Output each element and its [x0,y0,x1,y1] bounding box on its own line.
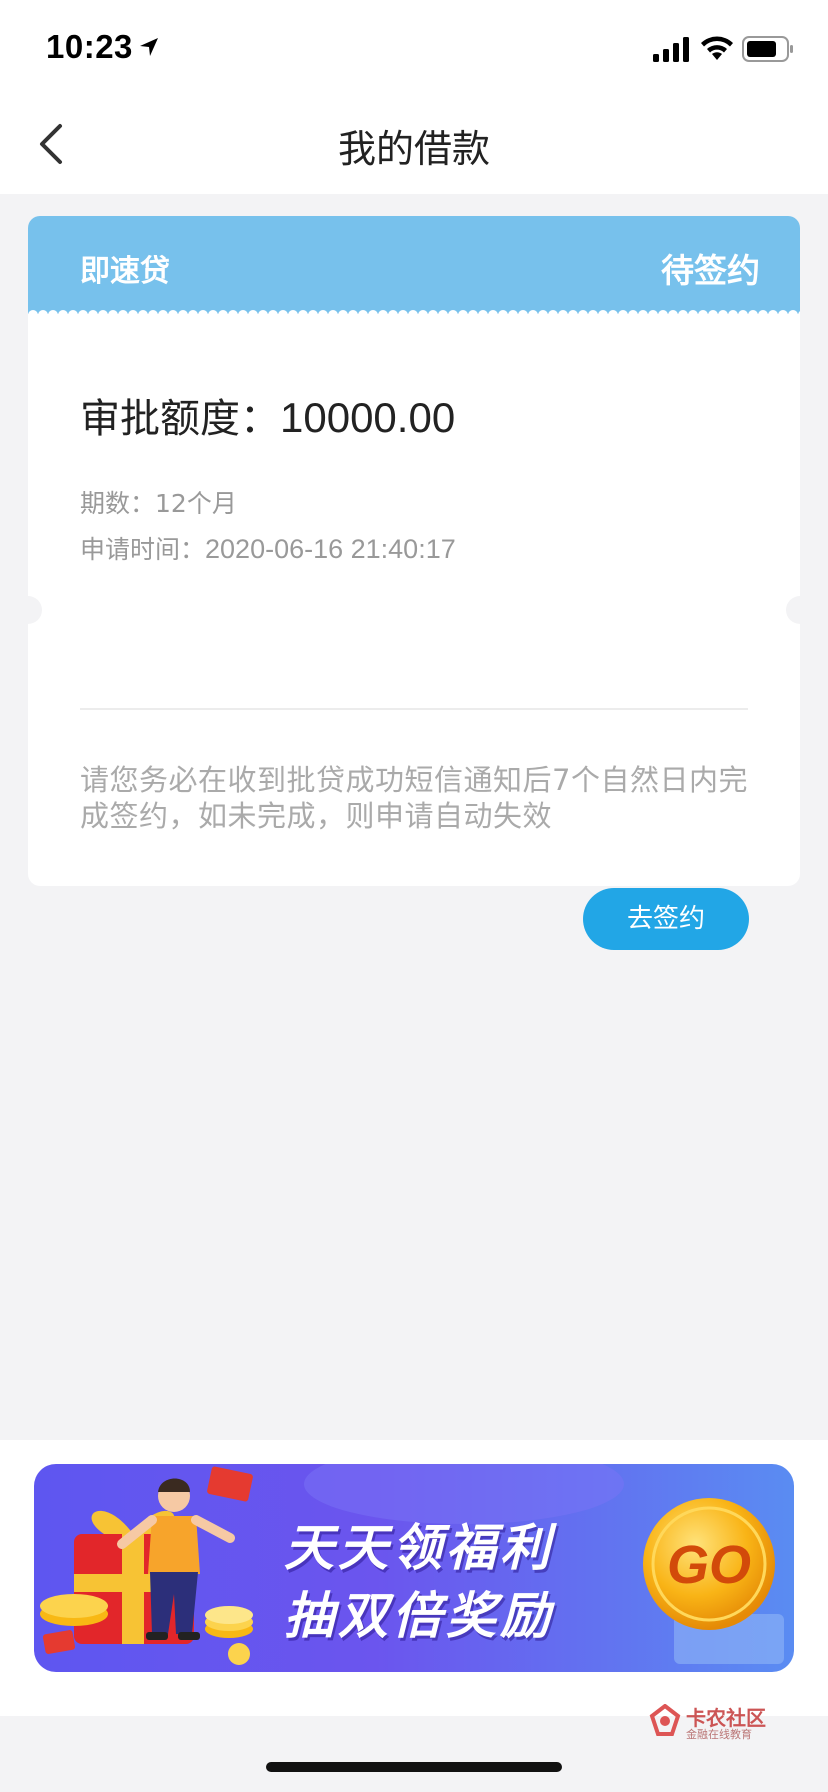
go-label: GO [666,1535,751,1595]
watermark-subtitle: 金融在线教育 [686,1728,752,1741]
approved-amount: 审批额度：10000.00 [80,386,455,444]
loan-term: 期数：12个月 [80,484,237,520]
term-value: 12个月 [155,489,237,518]
amount-value: 10000.00 [280,394,456,441]
location-arrow-icon [140,38,158,56]
signal-icon [653,37,689,62]
go-button[interactable]: GO [639,1494,779,1634]
sign-notice: 请您务必在收到批贷成功短信通知后7个自然日内完成签约，如未完成，则申请自动失效 [80,763,748,833]
loan-card: 即速贷 待签约 审批额度：10000.00 期数：12个月 申请时间：2020-… [14,216,814,950]
promo-line-1: 天天领福利 [284,1519,554,1577]
promo-banner[interactable]: 天天领福利 抽双倍奖励 GO [34,1464,794,1672]
divider [80,708,748,710]
promo-line-2: 抽双倍奖励 [284,1587,554,1645]
home-indicator [266,1762,562,1772]
amount-label: 审批额度： [80,396,280,442]
wifi-icon [701,36,733,60]
product-name: 即速贷 [80,254,170,289]
status-bar: 10:23 [0,0,828,96]
watermark-logo-icon [649,1704,681,1736]
card-notch-left [14,596,42,624]
community-watermark: 卡农社区 金融在线教育 [648,1702,768,1742]
card-notch-right [786,596,814,624]
nav-bar: 我的借款 [0,96,828,194]
apply-time: 申请时间：2020-06-16 21:40:17 [80,530,456,566]
sign-button[interactable]: 去签约 [583,888,749,950]
page-title: 我的借款 [337,127,490,171]
battery-icon [742,36,793,62]
apply-time-label: 申请时间： [80,535,206,564]
term-label: 期数： [80,489,156,518]
apply-time-value: 2020-06-16 21:40:17 [205,534,456,564]
card-body: 审批额度：10000.00 期数：12个月 申请时间：2020-06-16 21… [28,314,800,950]
status-time: 10:23 [46,28,133,65]
loan-status: 待签约 [661,251,760,290]
card-header: 即速贷 待签约 [28,216,800,315]
